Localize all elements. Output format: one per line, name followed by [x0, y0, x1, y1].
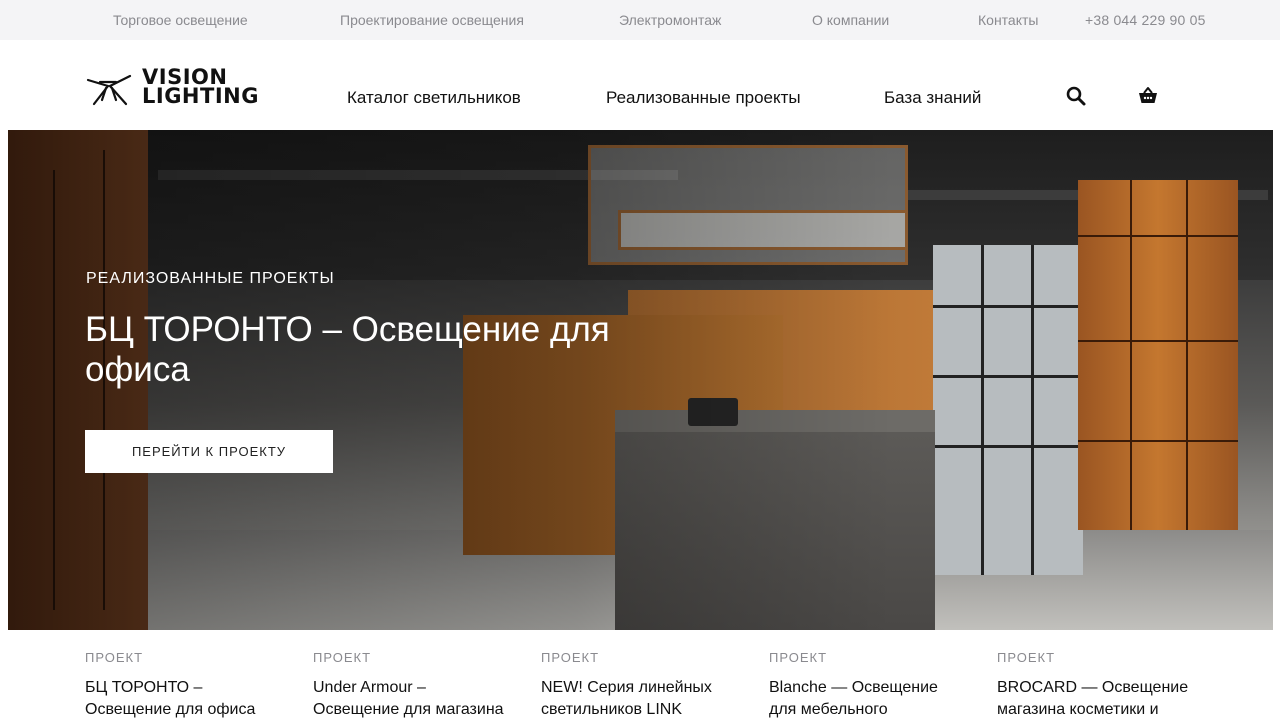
topbar-link-contacts[interactable]: Контакты — [978, 12, 1038, 28]
project-title[interactable]: БЦ ТОРОНТО – Освещение для офиса — [85, 677, 285, 720]
project-card[interactable]: ПРОЕКТ NEW! Серия линейных светильников … — [541, 650, 741, 720]
project-kicker: ПРОЕКТ — [313, 650, 372, 665]
project-title[interactable]: Blanche — Освещение для мебельного — [769, 677, 969, 720]
project-cards: ПРОЕКТ БЦ ТОРОНТО – Освещение для офиса … — [0, 630, 1280, 720]
hero-title: БЦ ТОРОНТО – Освещение для офиса — [85, 310, 610, 389]
hero-eyebrow: РЕАЛИЗОВАННЫЕ ПРОЕКТЫ — [86, 270, 335, 287]
top-utility-bar: Торговое освещение Проектирование освеще… — [0, 0, 1280, 40]
site-logo[interactable]: VISION LIGHTING — [86, 67, 318, 108]
nav-projects[interactable]: Реализованные проекты — [606, 88, 801, 108]
project-card[interactable]: ПРОЕКТ BROCARD — Освещение магазина косм… — [997, 650, 1197, 720]
project-kicker: ПРОЕКТ — [85, 650, 144, 665]
project-title[interactable]: BROCARD — Освещение магазина косметики и — [997, 677, 1197, 720]
logo-line-2: LIGHTING — [142, 84, 259, 108]
project-card[interactable]: ПРОЕКТ Under Armour – Освещение для мага… — [313, 650, 513, 720]
cart-icon — [1139, 87, 1157, 103]
site-header: VISION LIGHTING Каталог светильников Реа… — [0, 40, 1280, 130]
project-card[interactable]: ПРОЕКТ Blanche — Освещение для мебельног… — [769, 650, 969, 720]
logo-spider-icon — [86, 74, 132, 106]
search-icon — [1066, 86, 1086, 106]
topbar-link-lighting-design[interactable]: Проектирование освещения — [340, 12, 524, 28]
nav-knowledge-base[interactable]: База знаний — [884, 88, 981, 108]
topbar-link-retail-lighting[interactable]: Торговое освещение — [113, 12, 248, 28]
go-to-project-button[interactable]: ПЕРЕЙТИ К ПРОЕКТУ — [85, 430, 333, 473]
topbar-link-electrical-installation[interactable]: Электромонтаж — [619, 12, 721, 28]
project-kicker: ПРОЕКТ — [997, 650, 1056, 665]
topbar-link-about[interactable]: О компании — [812, 12, 889, 28]
hero-banner: РЕАЛИЗОВАННЫЕ ПРОЕКТЫ БЦ ТОРОНТО – Освещ… — [8, 130, 1273, 630]
project-title[interactable]: NEW! Серия линейных светильников LINK — [541, 677, 741, 720]
topbar-phone-link[interactable]: +38 044 229 90 05 — [1085, 12, 1206, 28]
cart-button[interactable] — [1136, 84, 1160, 108]
project-kicker: ПРОЕКТ — [541, 650, 600, 665]
project-title[interactable]: Under Armour – Освещение для магазина — [313, 677, 513, 720]
search-button[interactable] — [1064, 84, 1088, 108]
project-card[interactable]: ПРОЕКТ БЦ ТОРОНТО – Освещение для офиса — [85, 650, 285, 720]
nav-catalog[interactable]: Каталог светильников — [347, 88, 521, 108]
logo-wordmark: VISION LIGHTING — [142, 67, 259, 108]
project-kicker: ПРОЕКТ — [769, 650, 828, 665]
